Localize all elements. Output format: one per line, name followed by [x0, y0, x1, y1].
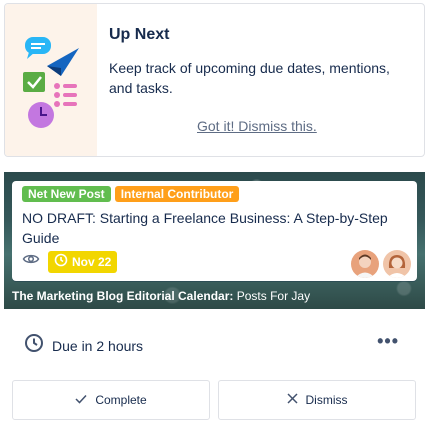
up-next-illustration	[5, 4, 97, 156]
clock-icon	[54, 253, 68, 270]
board-background: Net New Post Internal Contributor NO DRA…	[4, 172, 425, 309]
dismiss-tip-link[interactable]: Got it! Dismiss this.	[197, 118, 317, 134]
card-members	[351, 250, 411, 278]
card-badges: Nov 22	[22, 250, 118, 273]
due-status-text: Due in 2 hours	[52, 337, 144, 354]
complete-button-label: Complete	[95, 393, 147, 407]
due-date-text: Nov 22	[72, 254, 112, 269]
up-next-description: Keep track of upcoming due dates, mentio…	[109, 60, 390, 96]
due-date-badge[interactable]: Nov 22	[48, 250, 118, 273]
clock-icon	[24, 333, 44, 358]
check-icon	[75, 393, 87, 407]
list-name: Posts For Jay	[236, 289, 311, 303]
avatar[interactable]	[351, 250, 379, 278]
board-caption: The Marketing Blog Editorial Calendar: P…	[12, 289, 310, 303]
label-internal-contributor: Internal Contributor	[114, 186, 240, 202]
close-icon	[286, 393, 298, 407]
up-next-illustration-graphic	[23, 37, 79, 128]
eye-icon	[22, 250, 40, 273]
up-next-title: Up Next	[109, 26, 170, 43]
label-net-new-post: Net New Post	[22, 186, 111, 202]
card-title: NO DRAFT: Starting a Freelance Business:…	[22, 210, 388, 246]
more-horizontal-icon[interactable]: •••	[377, 331, 399, 352]
avatar[interactable]	[383, 250, 411, 278]
up-next-card: Up Next Keep track of upcoming due dates…	[4, 3, 425, 157]
complete-button[interactable]: Complete	[12, 380, 210, 420]
due-status: Due in 2 hours	[24, 333, 143, 358]
dismiss-button-label: Dismiss	[305, 393, 348, 407]
trello-card[interactable]: Net New Post Internal Contributor NO DRA…	[12, 181, 417, 281]
board-name: The Marketing Blog Editorial Calendar:	[12, 289, 234, 303]
card-labels: Net New Post Internal Contributor	[22, 186, 240, 202]
dismiss-button[interactable]: Dismiss	[218, 380, 416, 420]
